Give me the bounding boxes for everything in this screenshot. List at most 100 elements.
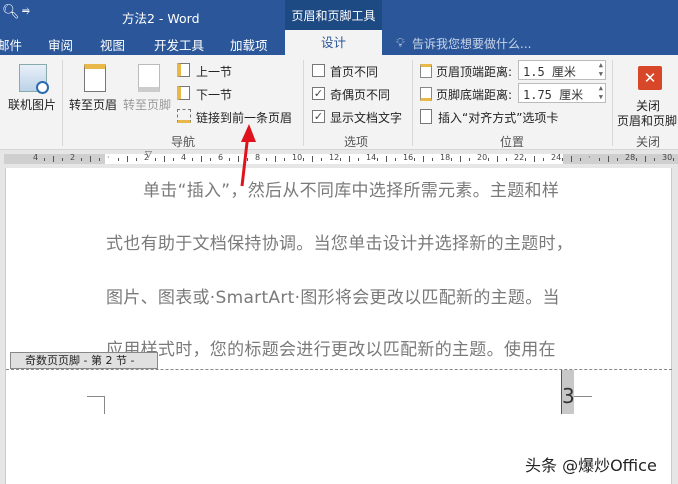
- body-text-line: 式也有助于文档保持协调。当您单击设计并选择新的主题时，: [106, 234, 574, 254]
- close-label-line2: 页眉和页脚: [617, 114, 678, 128]
- goto-footer-button[interactable]: 转至页脚: [122, 62, 174, 117]
- ruler-tick: [127, 156, 128, 162]
- goto-footer-label: 转至页脚: [123, 98, 172, 112]
- tab-view[interactable]: 视图: [100, 35, 125, 54]
- link-to-previous-icon: [177, 109, 191, 123]
- online-pictures-button[interactable]: 联机图片: [5, 62, 60, 117]
- ruler-tick: [432, 158, 433, 161]
- ruler-tick: [136, 158, 137, 161]
- ruler-tick: [451, 158, 452, 161]
- ruler-tick-label: 6: [218, 153, 224, 162]
- ruler-tick: [284, 158, 285, 161]
- ruler-tick: [469, 158, 470, 161]
- different-odd-even-checkbox[interactable]: ✓ 奇偶页不同: [312, 86, 402, 102]
- header-top-label: 页眉顶端距离:: [436, 65, 513, 79]
- ruler-tick: [90, 156, 91, 162]
- header-top-spinner[interactable]: 1.5 厘米 ▲ ▼: [518, 60, 606, 80]
- tell-me-input[interactable]: 告诉我您想要做什么...: [412, 35, 531, 52]
- online-pictures-icon: [19, 64, 49, 94]
- ruler-tick: [386, 156, 387, 162]
- ruler-tick: [571, 156, 572, 162]
- ruler-tick: [377, 158, 378, 161]
- odd-page-footer-tab: 奇数页页脚 - 第 2 节 -: [10, 352, 158, 369]
- margin-corner-mark: [572, 396, 592, 414]
- close-header-footer-button[interactable]: ✕ 关闭 页眉和页脚: [614, 62, 678, 130]
- page-number: 3: [562, 384, 575, 408]
- position-group-label: 位置: [500, 135, 525, 149]
- show-document-text-label: 显示文档文字: [330, 111, 403, 125]
- header-top-value: 1.5 厘米: [523, 65, 576, 79]
- ruler-tick: [414, 158, 415, 161]
- goto-header-button[interactable]: 转至页眉: [68, 62, 120, 117]
- header-top-icon: [420, 64, 432, 78]
- spin-arrows-icon[interactable]: ▲ ▼: [599, 84, 603, 102]
- ruler-tick-label: 22: [514, 153, 525, 162]
- ruler-tick: [62, 158, 63, 161]
- lightbulb-icon: 💡︎: [396, 35, 405, 50]
- ruler-tick: [562, 158, 563, 161]
- ruler-tick: [497, 156, 498, 162]
- tab-developer[interactable]: 开发工具: [154, 35, 204, 54]
- ruler-tick-label: ·: [107, 153, 110, 162]
- ruler-tick: [617, 158, 618, 161]
- body-text-line: 单击“插入”，然后从不同库中选择所需元素。主题和样: [143, 181, 560, 201]
- body-text-line: 图片、图表或·SmartArt·图形将会更改以匹配新的主题。当: [106, 288, 560, 308]
- ruler-tick: [654, 158, 655, 161]
- tab-addins[interactable]: 加载项: [230, 35, 268, 54]
- ruler-tick: [44, 158, 45, 161]
- ruler-tick-label: 28: [625, 153, 636, 162]
- ruler-tick: [312, 156, 313, 162]
- ruler-tick-label: 24: [551, 153, 562, 162]
- check-icon: ✓: [312, 110, 325, 123]
- insert-alignment-tab-button[interactable]: 插入“对齐方式”选项卡: [420, 108, 600, 126]
- goto-header-label: 转至页眉: [69, 98, 118, 112]
- tab-design[interactable]: 设计: [285, 30, 382, 55]
- different-odd-even-label: 奇偶页不同: [330, 88, 391, 102]
- ruler-tick: [173, 158, 174, 161]
- annotation-arrow: [240, 124, 256, 187]
- ruler-tick: [488, 158, 489, 161]
- ruler-tick: [608, 156, 609, 162]
- body-text-line: 应用样式时，您的标题会进行更改以匹配新的主题。使用在: [106, 340, 556, 360]
- ruler-tick-label: ·: [588, 153, 591, 162]
- ruler-tick-label: 4: [33, 153, 39, 162]
- customize-qat-icon[interactable]: ⥤: [22, 5, 30, 16]
- header-icon: [84, 64, 106, 92]
- ruler-tick-label: 4: [181, 153, 187, 162]
- tab-review[interactable]: 审阅: [48, 35, 73, 54]
- horizontal-ruler[interactable]: 4 2 · 2 4 6 8 10 12 14 16 18 20 22 24 · 28 30 ▽: [0, 150, 678, 168]
- different-first-page-label: 首页不同: [330, 65, 379, 79]
- ruler-tick: [275, 156, 276, 162]
- search-icon[interactable]: 🔍︎: [2, 4, 20, 20]
- ruler-tick: [395, 158, 396, 161]
- ruler-tick: [543, 158, 544, 161]
- ruler-tick: [81, 158, 82, 161]
- ruler-tick-label: 14: [366, 153, 377, 162]
- ruler-tick-label: 2: [70, 153, 76, 162]
- tab-mailings[interactable]: 邮件: [0, 35, 22, 54]
- ruler-tick: [534, 156, 535, 162]
- indent-marker-icon[interactable]: ▽: [145, 150, 152, 160]
- ruler-tick-label: 18: [440, 153, 451, 162]
- ruler-tick: [423, 156, 424, 162]
- contextual-tab-header-footer-tools: 页眉和页脚工具: [285, 0, 382, 30]
- ruler-tick: [340, 158, 341, 161]
- footer-bottom-spinner[interactable]: 1.75 厘米 ▲ ▼: [518, 83, 606, 103]
- footer-icon: [138, 64, 160, 92]
- alignment-tab-icon: [420, 109, 432, 124]
- close-group-label: 关闭: [636, 135, 661, 149]
- previous-section-label: 上一节: [196, 65, 233, 79]
- ruler-tick: [636, 158, 637, 161]
- page-number-field[interactable]: 3: [561, 370, 575, 414]
- spin-arrows-icon[interactable]: ▲ ▼: [599, 61, 603, 79]
- ruler-tick-label: 30: [662, 153, 673, 162]
- show-document-text-checkbox[interactable]: ✓ 显示文档文字: [312, 109, 407, 125]
- next-section-button[interactable]: 下一节: [177, 85, 247, 103]
- document-page[interactable]: [5, 168, 672, 484]
- ruler-tick: [349, 156, 350, 162]
- insert-alignment-tab-label: 插入“对齐方式”选项卡: [438, 111, 559, 125]
- previous-section-button[interactable]: 上一节: [177, 62, 247, 80]
- ruler-tick: [673, 158, 674, 161]
- next-section-label: 下一节: [196, 88, 233, 102]
- different-first-page-checkbox[interactable]: 首页不同: [312, 63, 402, 79]
